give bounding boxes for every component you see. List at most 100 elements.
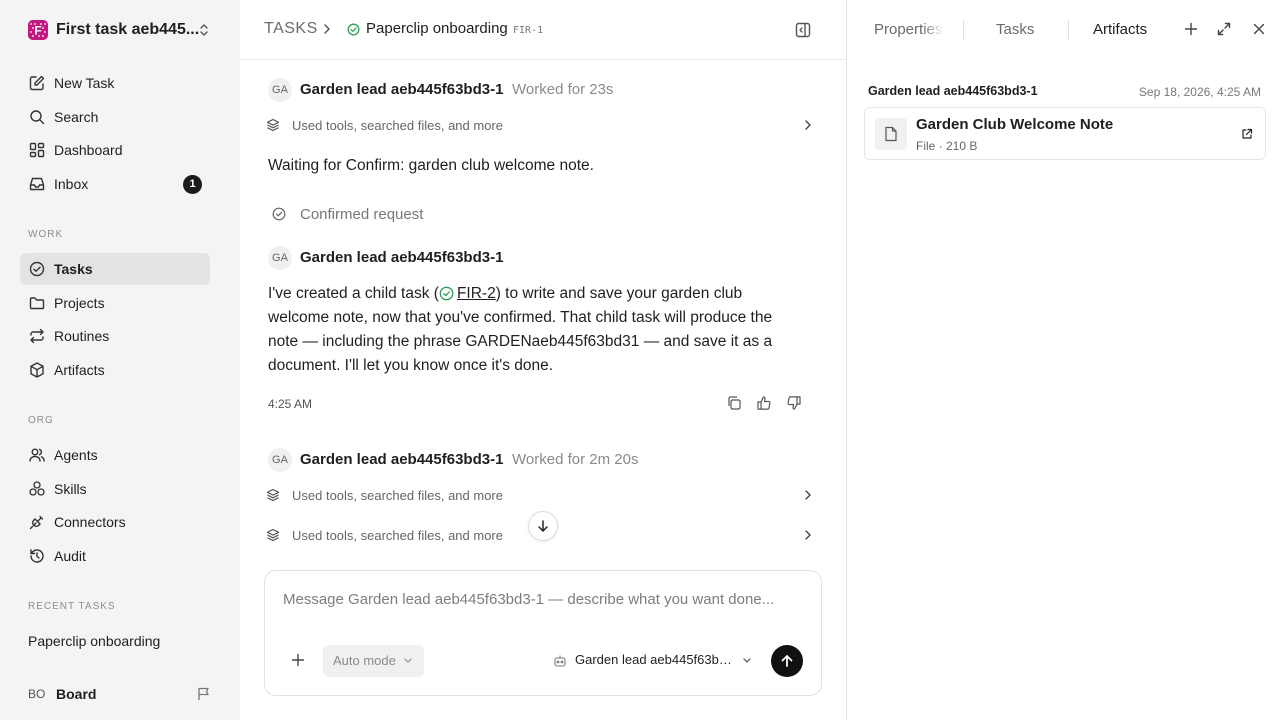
search-icon <box>28 108 46 126</box>
copy-icon[interactable] <box>726 395 742 411</box>
sidebar-item-connectors[interactable]: Connectors <box>20 506 210 538</box>
section-label-org: ORG <box>28 415 54 426</box>
artifact-author: Garden lead aeb445f63bd3-1 <box>868 84 1038 98</box>
scroll-to-bottom-button[interactable] <box>528 511 558 541</box>
worked-duration: Worked for 23s <box>512 81 614 98</box>
sidebar-item-new-task[interactable]: New Task <box>20 67 210 99</box>
file-icon <box>875 118 907 150</box>
chevron-right-icon <box>804 119 812 131</box>
sidebar-item-label: Search <box>54 109 99 125</box>
close-icon[interactable] <box>1251 21 1267 37</box>
artifact-title: Garden Club Welcome Note <box>916 116 1114 133</box>
skills-icon <box>28 480 46 498</box>
add-attachment-button[interactable] <box>291 653 305 667</box>
sidebar-item-label: Artifacts <box>54 362 105 378</box>
expand-icon[interactable] <box>1216 21 1232 37</box>
mode-select[interactable]: Auto mode <box>323 645 424 677</box>
main-panel: TASKS Paperclip onboarding FIR-1 GA Gard… <box>240 0 846 720</box>
workspace-name: First task aeb445... <box>56 21 200 38</box>
mode-label: Auto mode <box>333 653 396 668</box>
task-id: FIR-1 <box>513 25 544 36</box>
sidebar-item-skills[interactable]: Skills <box>20 473 210 505</box>
sidebar-item-projects[interactable]: Projects <box>20 287 210 319</box>
message-timestamp: 4:25 AM <box>268 397 313 411</box>
dashboard-icon <box>28 141 46 159</box>
panel-toggle-icon[interactable] <box>794 21 812 39</box>
sidebar-item-label: Inbox <box>54 176 89 192</box>
external-link-icon[interactable] <box>1241 128 1253 140</box>
status-done-icon <box>439 286 454 301</box>
board-label: Board <box>56 686 97 702</box>
sidebar-item-inbox[interactable]: Inbox 1 <box>20 168 210 200</box>
child-task-link[interactable]: FIR-2 <box>457 285 496 302</box>
message-author: Garden lead aeb445f63bd3-1 <box>300 451 504 468</box>
workspace-logo-icon: F <box>28 20 48 40</box>
tool-activity-label: Used tools, searched files, and more <box>292 118 503 133</box>
artifact-meta: File · 210 B <box>916 139 978 153</box>
confirmed-label: Confirmed request <box>300 205 424 223</box>
sidebar-item-routines[interactable]: Routines <box>20 320 210 352</box>
message-composer: Auto mode Garden lead aeb445f63bd3-1 <box>264 570 822 696</box>
svg-text:F: F <box>34 24 41 38</box>
layers-icon <box>266 488 280 502</box>
check-circle-icon <box>28 260 46 278</box>
sidebar-item-label: Tasks <box>54 261 93 277</box>
message-author: Garden lead aeb445f63bd3-1 <box>300 249 504 266</box>
inbox-icon <box>28 175 46 193</box>
sidebar-item-label: Skills <box>54 481 87 497</box>
section-label-work: WORK <box>28 229 64 240</box>
message-text-before: I've created a child task ( <box>268 285 439 302</box>
users-icon <box>28 446 46 464</box>
inbox-count-badge: 1 <box>183 175 202 194</box>
tab-tasks[interactable]: Tasks <box>996 21 1034 38</box>
worked-duration: Worked for 2m 20s <box>512 451 639 468</box>
chevron-right-icon <box>804 529 812 541</box>
breadcrumb-tasks[interactable]: TASKS <box>264 20 318 38</box>
section-label-recent-tasks: RECENT TASKS <box>28 601 116 612</box>
chevron-right-icon <box>804 489 812 501</box>
right-panel: Properties Tasks Artifacts Garden lead a… <box>846 0 1280 720</box>
history-icon <box>28 547 46 565</box>
check-circle-icon <box>272 207 286 221</box>
tool-activity-row[interactable]: Used tools, searched files, and more <box>266 485 812 507</box>
sidebar-item-artifacts[interactable]: Artifacts <box>20 354 210 386</box>
sidebar-item-dashboard[interactable]: Dashboard <box>20 134 210 166</box>
recent-task-paperclip-onboarding[interactable]: Paperclip onboarding <box>28 633 160 649</box>
board-initials: BO <box>28 687 46 701</box>
sidebar-item-label: Connectors <box>54 514 126 530</box>
agent-select[interactable]: Garden lead aeb445f63bd3-1 <box>553 651 753 673</box>
message-text: I've created a child task (FIR-2) to wri… <box>268 282 798 378</box>
status-done-icon <box>347 23 360 36</box>
tool-activity-row[interactable]: Used tools, searched files, and more <box>266 115 812 137</box>
avatar: GA <box>268 78 292 102</box>
send-button[interactable] <box>771 645 803 677</box>
tab-properties[interactable]: Properties <box>874 21 944 38</box>
add-icon[interactable] <box>1183 21 1199 37</box>
sidebar-item-search[interactable]: Search <box>20 101 210 133</box>
sidebar-item-audit[interactable]: Audit <box>20 540 210 572</box>
sidebar-item-tasks[interactable]: Tasks <box>20 253 210 285</box>
artifact-card[interactable]: Garden Club Welcome Note File · 210 B <box>864 107 1266 160</box>
layers-icon <box>266 118 280 132</box>
thumbs-down-icon[interactable] <box>786 395 802 411</box>
bot-icon <box>553 654 567 668</box>
workspace-switcher[interactable]: F First task aeb445... <box>28 20 216 40</box>
sidebar-item-label: Dashboard <box>54 142 123 158</box>
thumbs-up-icon[interactable] <box>756 395 772 411</box>
repeat-icon <box>28 327 46 345</box>
tab-divider <box>1068 20 1069 40</box>
tab-artifacts[interactable]: Artifacts <box>1093 21 1147 38</box>
avatar: GA <box>268 448 292 472</box>
board-item[interactable]: BO Board <box>28 684 216 704</box>
sidebar-item-label: Routines <box>54 328 110 344</box>
layers-icon <box>266 528 280 542</box>
flag-icon[interactable] <box>196 686 212 702</box>
sidebar: F First task aeb445... New Task Search D… <box>0 0 240 720</box>
cube-icon <box>28 361 46 379</box>
message-input[interactable] <box>283 591 803 608</box>
sidebar-item-agents[interactable]: Agents <box>20 439 210 471</box>
chevron-down-icon <box>742 657 752 665</box>
chevron-down-icon <box>403 657 413 665</box>
sidebar-item-label: Projects <box>54 295 105 311</box>
plug-icon <box>28 513 46 531</box>
